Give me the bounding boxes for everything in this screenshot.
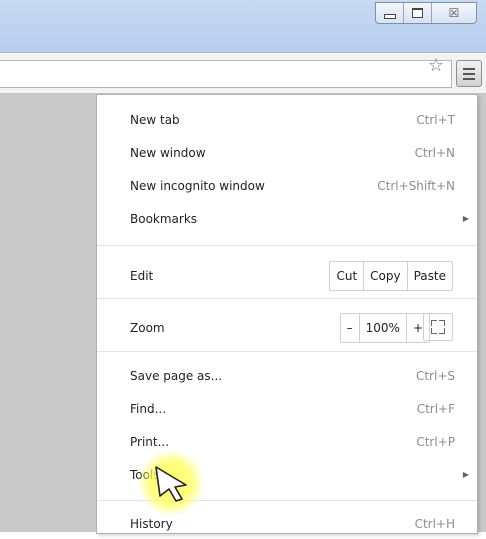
window-controls: ☒ <box>375 2 477 24</box>
menu-separator <box>97 298 477 299</box>
address-bar[interactable] <box>0 60 452 88</box>
mouse-cursor-icon <box>155 466 187 502</box>
menu-item-print[interactable]: Print... Ctrl+P <box>97 427 477 457</box>
menu-item-label: New window <box>130 146 206 160</box>
edit-button-group: Cut Copy Paste <box>329 261 453 291</box>
hamburger-icon-bar <box>463 72 475 75</box>
hamburger-icon <box>463 67 475 70</box>
hamburger-icon-bar <box>463 77 475 80</box>
menu-item-shortcut: Ctrl+N <box>414 146 455 160</box>
menu-item-shortcut: Ctrl+F <box>416 402 455 416</box>
menu-separator <box>97 351 477 352</box>
zoom-out-button[interactable]: – <box>341 314 360 342</box>
cut-button[interactable]: Cut <box>330 262 365 290</box>
menu-item-new-incognito[interactable]: New incognito window Ctrl+Shift+N <box>97 171 477 201</box>
menu-item-label: New tab <box>130 113 180 127</box>
menu-item-edit: Edit Cut Copy Paste <box>97 255 477 295</box>
copy-button[interactable]: Copy <box>364 262 408 290</box>
window-titlebar: ☒ <box>0 0 486 52</box>
menu-separator <box>97 245 477 246</box>
paste-button[interactable]: Paste <box>408 262 452 290</box>
menu-item-shortcut: Ctrl+T <box>416 113 455 127</box>
menu-item-history[interactable]: History Ctrl+H <box>97 509 477 539</box>
submenu-arrow-icon: ▶ <box>462 214 469 223</box>
menu-item-shortcut: Ctrl+S <box>415 369 455 383</box>
chrome-menu-button[interactable] <box>456 60 482 87</box>
submenu-arrow-icon: ▶ <box>462 470 469 479</box>
menu-item-label: New incognito window <box>130 179 265 193</box>
menu-item-label: Zoom <box>130 321 165 335</box>
page-content-edge <box>478 94 486 532</box>
menu-item-label: Edit <box>130 269 154 283</box>
menu-item-shortcut: Ctrl+Shift+N <box>377 179 455 193</box>
menu-item-label: Find... <box>130 402 167 416</box>
menu-item-bookmarks[interactable]: Bookmarks ▶ <box>97 204 477 234</box>
star-icon[interactable]: ☆ <box>428 56 444 76</box>
maximize-button[interactable] <box>404 3 432 23</box>
fullscreen-button[interactable] <box>423 313 453 341</box>
menu-item-find[interactable]: Find... Ctrl+F <box>97 394 477 424</box>
menu-item-new-window[interactable]: New window Ctrl+N <box>97 138 477 168</box>
menu-item-label: History <box>130 517 173 531</box>
menu-item-label: Save page as... <box>130 369 223 383</box>
menu-item-label: Bookmarks <box>130 212 198 226</box>
minimize-button[interactable] <box>376 3 404 23</box>
browser-toolbar: ☆ <box>0 52 486 94</box>
menu-item-new-tab[interactable]: New tab Ctrl+T <box>97 105 477 135</box>
close-icon: ☒ <box>448 6 460 20</box>
maximize-icon <box>412 8 423 18</box>
menu-item-shortcut: Ctrl+H <box>414 517 455 531</box>
menu-item-shortcut: Ctrl+P <box>416 435 455 449</box>
close-button[interactable]: ☒ <box>432 3 476 23</box>
menu-item-zoom: Zoom – 100% + <box>97 307 477 347</box>
menu-item-save-page[interactable]: Save page as... Ctrl+S <box>97 361 477 391</box>
minimize-icon <box>383 13 396 19</box>
menu-item-label: Print... <box>130 435 170 449</box>
zoom-level: 100% <box>360 314 407 342</box>
page-content <box>0 94 96 532</box>
zoom-controls: – 100% + <box>339 313 430 343</box>
